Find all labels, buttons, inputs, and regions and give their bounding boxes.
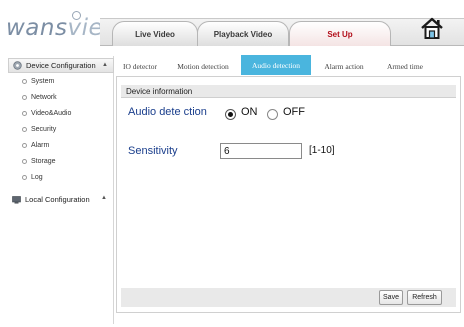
section-title: Device information xyxy=(121,85,456,98)
home-icon xyxy=(421,17,443,39)
header: wansview Live Video Playback Video Set U… xyxy=(0,0,464,47)
logo-text-part1: wans xyxy=(6,15,68,41)
subtab-alarm-action[interactable]: Alarm action xyxy=(314,58,374,75)
audio-detection-on-radio[interactable] xyxy=(225,109,236,120)
sidebar-item-system[interactable]: System xyxy=(22,76,54,87)
subtab-armed-time[interactable]: Armed time xyxy=(376,58,434,75)
sidebar-item-label: Network xyxy=(31,94,57,101)
sidebar-item-label: Log xyxy=(31,174,43,181)
home-button[interactable] xyxy=(417,14,447,44)
subtab-audio-detection[interactable]: Audio detection xyxy=(241,55,311,75)
sidebar-item-storage[interactable]: Storage xyxy=(22,156,56,167)
tab-playback-video[interactable]: Playback Video xyxy=(197,21,289,46)
sidebar-item-log[interactable]: Log xyxy=(22,172,43,183)
radio-selected-dot xyxy=(228,112,233,117)
sidebar-item-label: Video&Audio xyxy=(31,110,72,117)
content-panel: Device information Audio dete ction ON O… xyxy=(116,76,461,313)
bullet-icon xyxy=(22,175,27,180)
sub-tabs: IO detector Motion detection Audio detec… xyxy=(116,55,464,75)
action-bar xyxy=(121,288,456,307)
audio-detection-off-label[interactable]: OFF xyxy=(283,106,305,118)
sensitivity-range: [1-10] xyxy=(309,145,335,156)
tab-live-video[interactable]: Live Video xyxy=(112,21,198,46)
sidebar-local-configuration-label: Local Configuration xyxy=(25,195,90,204)
save-button[interactable]: Save xyxy=(379,290,403,305)
audio-detection-label: Audio dete ction xyxy=(128,106,207,118)
sidebar-item-network[interactable]: Network xyxy=(22,92,57,103)
collapse-arrow-icon[interactable]: ▲ xyxy=(102,62,108,68)
sidebar: Device Configuration ▲ System Network Vi… xyxy=(8,56,114,324)
subtab-motion-detection[interactable]: Motion detection xyxy=(168,58,238,75)
device-config-icon xyxy=(13,61,22,70)
subtab-io-detector[interactable]: IO detector xyxy=(116,58,164,75)
sidebar-item-video-audio[interactable]: Video&Audio xyxy=(22,108,71,119)
refresh-button[interactable]: Refresh xyxy=(407,290,442,305)
sidebar-item-label: Security xyxy=(31,126,57,133)
local-config-icon xyxy=(12,195,21,204)
sidebar-item-label: Alarm xyxy=(31,142,50,149)
sidebar-local-configuration[interactable]: Local Configuration ▲ xyxy=(8,192,114,207)
sidebar-item-label: Storage xyxy=(31,158,56,165)
sidebar-item-security[interactable]: Security xyxy=(22,124,56,135)
collapse-arrow-icon[interactable]: ▲ xyxy=(101,195,107,201)
audio-detection-on-label[interactable]: ON xyxy=(241,106,258,118)
sensitivity-input[interactable] xyxy=(220,143,302,159)
tab-set-up[interactable]: Set Up xyxy=(289,21,391,46)
sensitivity-label: Sensitivity xyxy=(128,145,178,157)
bullet-icon xyxy=(22,127,27,132)
bullet-icon xyxy=(22,95,27,100)
bullet-icon xyxy=(22,143,27,148)
sidebar-item-label: System xyxy=(31,78,55,85)
audio-detection-off-radio[interactable] xyxy=(267,109,278,120)
bullet-icon xyxy=(22,111,27,116)
sidebar-device-configuration[interactable]: Device Configuration ▲ xyxy=(8,58,114,73)
sidebar-item-alarm[interactable]: Alarm xyxy=(22,140,49,151)
bullet-icon xyxy=(22,79,27,84)
bullet-icon xyxy=(22,159,27,164)
sidebar-device-configuration-label: Device Configuration xyxy=(26,61,96,70)
